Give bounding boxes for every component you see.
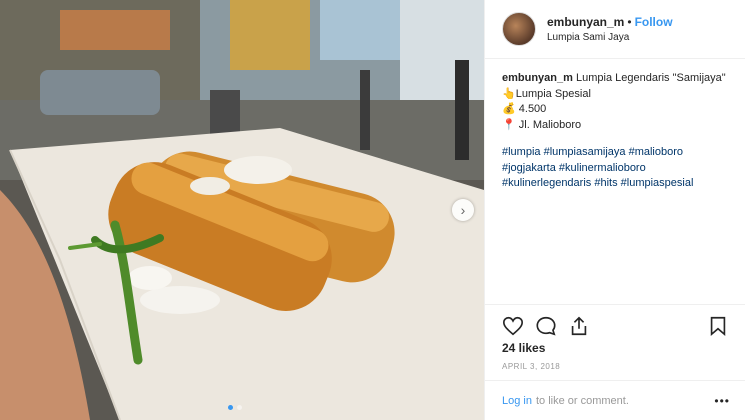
post-photo[interactable]: › xyxy=(0,0,484,420)
caption-line: 📍 Jl. Malioboro xyxy=(502,118,729,134)
hashtag-link[interactable]: #kulinerlegendaris xyxy=(502,177,591,189)
chevron-right-icon: › xyxy=(460,202,466,218)
hashtag-link[interactable]: #malioboro xyxy=(629,146,683,158)
share-icon[interactable] xyxy=(568,315,590,337)
hashtags: #lumpia #lumpiasamijaya #malioboro #jogj… xyxy=(485,133,745,192)
pointing-hand-icon: 👆 xyxy=(502,87,516,100)
hashtag-link[interactable]: #hits xyxy=(594,177,617,189)
caption-line: 👆Lumpia Spesial xyxy=(502,87,729,103)
post-header: embunyan_m • Follow Lumpia Sami Jaya xyxy=(485,0,745,59)
caption-line: 💰 4.500 xyxy=(502,102,729,118)
avatar[interactable] xyxy=(502,12,536,46)
next-image-button[interactable]: › xyxy=(452,199,474,221)
caption-line-text: Jl. Malioboro xyxy=(518,118,582,131)
comment-prompt: to like or comment. xyxy=(535,394,629,407)
carousel-dot-active xyxy=(228,405,233,410)
header-separator: • xyxy=(627,14,632,29)
hashtag-link[interactable]: #lumpiaspesial xyxy=(621,177,694,189)
hashtag-link[interactable]: #kulinermalioboro xyxy=(559,162,646,174)
caption-username[interactable]: embunyan_m xyxy=(502,72,573,84)
hashtag-link[interactable]: #lumpiasamijaya xyxy=(544,146,626,158)
comment-bar: Log in to like or comment. ••• xyxy=(485,380,745,420)
pin-icon: 📍 xyxy=(502,118,516,131)
likes-count[interactable]: 24 likes xyxy=(502,341,545,355)
action-bar xyxy=(485,304,745,338)
instagram-post: › embunyan_m • Follow Lumpia Sami Jaya emb… xyxy=(0,0,745,420)
hashtag-link[interactable]: #jogjakarta xyxy=(502,162,556,174)
caption-line-text: 4.500 xyxy=(518,103,547,115)
photo-illustration xyxy=(0,0,484,420)
caption-text: Lumpia Legendaris "Samijaya" xyxy=(575,72,726,84)
bookmark-icon[interactable] xyxy=(707,315,729,337)
follow-button[interactable]: Follow xyxy=(635,15,673,29)
money-bag-icon: 💰 xyxy=(502,103,516,115)
carousel-indicator xyxy=(228,405,242,410)
hashtag-link[interactable]: #lumpia xyxy=(502,146,541,158)
login-link[interactable]: Log in xyxy=(502,395,532,407)
header-username[interactable]: embunyan_m xyxy=(547,15,624,29)
carousel-dot xyxy=(237,405,242,410)
header-info: embunyan_m • Follow Lumpia Sami Jaya xyxy=(547,14,673,45)
post-side-panel: embunyan_m • Follow Lumpia Sami Jaya embun… xyxy=(484,0,745,420)
post-caption: embunyan_m Lumpia Legendaris "Samijaya" … xyxy=(485,59,745,133)
location-link[interactable]: Lumpia Sami Jaya xyxy=(547,30,673,45)
more-options-icon[interactable]: ••• xyxy=(714,394,730,408)
post-date[interactable]: APRIL 3, 2018 xyxy=(502,362,560,371)
caption-line-text: Lumpia Spesial xyxy=(515,87,591,100)
heart-icon[interactable] xyxy=(502,315,524,337)
comment-icon[interactable] xyxy=(535,315,557,337)
